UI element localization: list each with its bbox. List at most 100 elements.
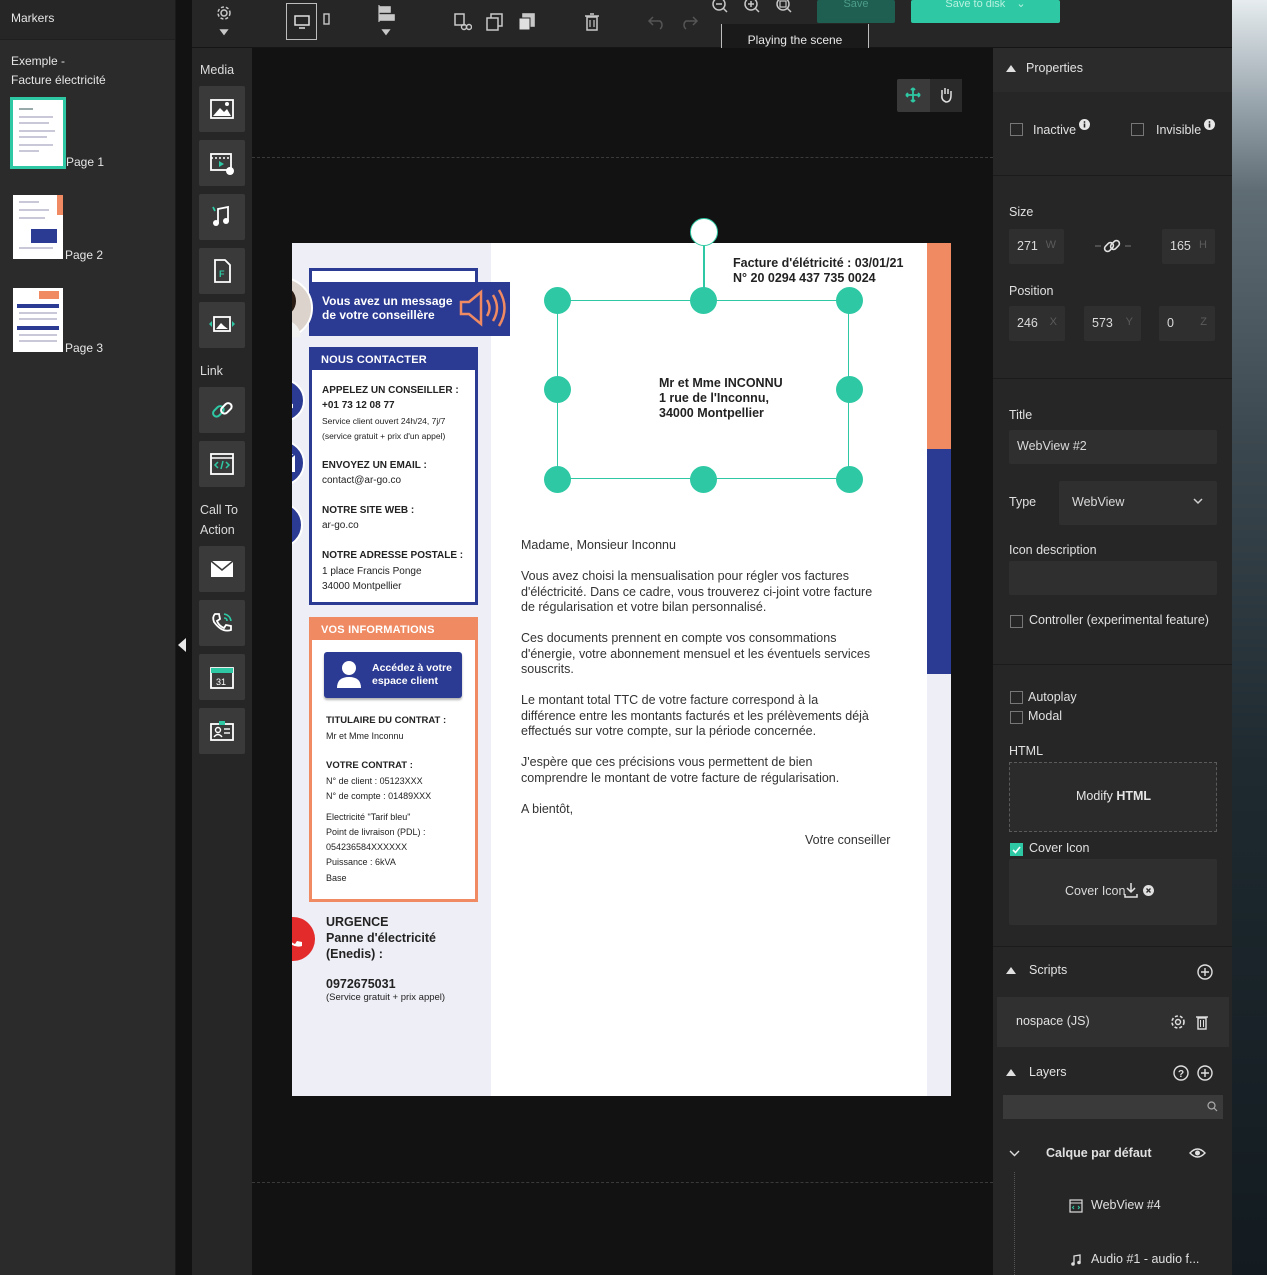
urgence-number[interactable]: 0972675031: [326, 977, 396, 991]
layer-group-name[interactable]: Calque par défaut: [1046, 1146, 1152, 1160]
resize-handle-nw[interactable]: [544, 287, 571, 314]
move-mode-button[interactable]: [897, 79, 929, 112]
cover-icon-upload[interactable]: Cover Icon: [1009, 859, 1217, 925]
modify-html-button[interactable]: Modify HTML: [1009, 762, 1217, 832]
layer-item-audio[interactable]: Audio #1 - audio f...: [1069, 1252, 1219, 1270]
phone-tool[interactable]: [199, 600, 245, 646]
height-field[interactable]: 165 H: [1162, 229, 1215, 264]
icon-description-label: Icon description: [1009, 543, 1097, 557]
cut-button[interactable]: [452, 12, 472, 32]
width-field[interactable]: 271 W: [1009, 229, 1064, 264]
email-tool[interactable]: [199, 546, 245, 592]
gallery-tool[interactable]: [199, 302, 245, 348]
file-tool[interactable]: F: [199, 248, 245, 294]
letter-paragraph-2: Ces documents prennent en compte vos con…: [521, 631, 871, 676]
page-thumbnail-2[interactable]: Page 2: [13, 195, 103, 262]
redo-button[interactable]: [679, 13, 699, 31]
audio-icon: [208, 203, 236, 231]
resize-handle-se[interactable]: [836, 466, 863, 493]
position-y-field[interactable]: 573 Y: [1084, 306, 1141, 341]
settings-button[interactable]: [213, 4, 235, 36]
pan-mode-button[interactable]: [930, 79, 962, 112]
call-number[interactable]: +01 73 12 08 77: [322, 400, 395, 411]
audio-tool[interactable]: [199, 194, 245, 240]
cover-icon-checkbox[interactable]: [1010, 843, 1023, 856]
link-tool[interactable]: [199, 387, 245, 433]
resize-handle-w[interactable]: [544, 376, 571, 403]
title-input[interactable]: WebView #2: [1009, 430, 1217, 464]
height-unit: H: [1199, 239, 1207, 251]
mode-toggle: [897, 79, 962, 112]
paste-button[interactable]: [517, 12, 537, 32]
lock-ratio-button[interactable]: [1095, 237, 1131, 255]
client-space-button[interactable]: Accédez à votre espace client: [324, 652, 462, 698]
webview-icon: [1069, 1199, 1083, 1213]
undo-button[interactable]: [647, 13, 667, 31]
video-tool[interactable]: [199, 140, 245, 186]
collapse-panel-icon[interactable]: [176, 637, 188, 653]
gear-icon[interactable]: [1170, 1014, 1186, 1030]
page-thumbnail-1[interactable]: Page 1: [10, 97, 104, 169]
urgence-note: (Service gratuit + prix appel): [326, 992, 446, 1003]
chevron-down-icon[interactable]: [1009, 1150, 1020, 1157]
mobile-view-button[interactable]: [322, 12, 332, 28]
document-title[interactable]: Exemple - Facture électricité: [0, 40, 120, 90]
remove-icon[interactable]: [1143, 885, 1154, 896]
selection-frame[interactable]: [557, 300, 849, 479]
page-thumbnail-3[interactable]: Page 3: [13, 288, 103, 355]
info-icon[interactable]: [1079, 119, 1090, 130]
power: Puissance : 6kVA: [326, 857, 396, 867]
layer-item-webview[interactable]: WebView #4: [1069, 1198, 1219, 1216]
inactive-checkbox[interactable]: [1010, 123, 1023, 136]
visibility-toggle[interactable]: [1189, 1147, 1206, 1159]
desktop-icon: [294, 15, 310, 29]
resize-handle-sw[interactable]: [544, 466, 571, 493]
phone-icon: [292, 389, 296, 413]
resize-handle-e[interactable]: [836, 376, 863, 403]
calendar-tool[interactable]: 31: [199, 654, 245, 700]
type-select[interactable]: WebView: [1059, 481, 1217, 525]
trash-icon[interactable]: [1195, 1014, 1209, 1030]
resize-handle-s[interactable]: [690, 466, 717, 493]
advisor-avatar[interactable]: [292, 277, 313, 339]
autoplay-checkbox[interactable]: [1010, 691, 1023, 704]
position-x-field[interactable]: 246 X: [1009, 306, 1065, 341]
delete-button[interactable]: [583, 12, 601, 32]
lavender-stripe: [927, 674, 951, 1096]
invisible-checkbox[interactable]: [1131, 123, 1144, 136]
layers-title: Layers: [1029, 1065, 1067, 1079]
layers-help-button[interactable]: ?: [1173, 1065, 1189, 1081]
save-to-disk-button[interactable]: Save to disk ⌄: [911, 0, 1060, 23]
webview-tool[interactable]: [199, 441, 245, 487]
zoom-fit-button[interactable]: [775, 0, 795, 14]
download-icon[interactable]: [1123, 882, 1139, 898]
resize-handle-n[interactable]: [690, 287, 717, 314]
add-layer-button[interactable]: [1197, 1065, 1213, 1081]
layers-search-input[interactable]: [1003, 1095, 1223, 1119]
modal-label: Modal: [1028, 709, 1063, 723]
info-icon[interactable]: [1204, 119, 1215, 130]
search-icon: [1207, 1101, 1218, 1112]
image-tool[interactable]: [199, 86, 245, 132]
letter-signature: Votre conseiller: [805, 833, 891, 847]
web-value[interactable]: ar-go.co: [322, 520, 359, 531]
align-button[interactable]: [376, 4, 396, 36]
save-button[interactable]: Save: [817, 0, 895, 23]
email-value[interactable]: contact@ar-go.co: [322, 475, 401, 486]
client-space-label: Accédez à votre espace client: [372, 662, 452, 687]
zoom-in-button[interactable]: [743, 0, 763, 14]
add-script-button[interactable]: [1197, 964, 1213, 980]
divider: [993, 175, 1232, 176]
script-item[interactable]: nospace (JS): [997, 997, 1229, 1047]
position-z-field[interactable]: 0 Z: [1159, 306, 1215, 341]
copy-button[interactable]: [485, 12, 505, 32]
markers-header: Markers: [0, 0, 175, 40]
icon-description-input[interactable]: [1009, 561, 1217, 595]
zoom-out-button[interactable]: [711, 0, 731, 14]
rotate-handle[interactable]: [690, 218, 718, 246]
modal-checkbox[interactable]: [1010, 711, 1023, 724]
contact-card-tool[interactable]: [199, 708, 245, 754]
controller-checkbox[interactable]: [1010, 615, 1023, 628]
desktop-view-button[interactable]: [286, 3, 317, 40]
resize-handle-ne[interactable]: [836, 287, 863, 314]
